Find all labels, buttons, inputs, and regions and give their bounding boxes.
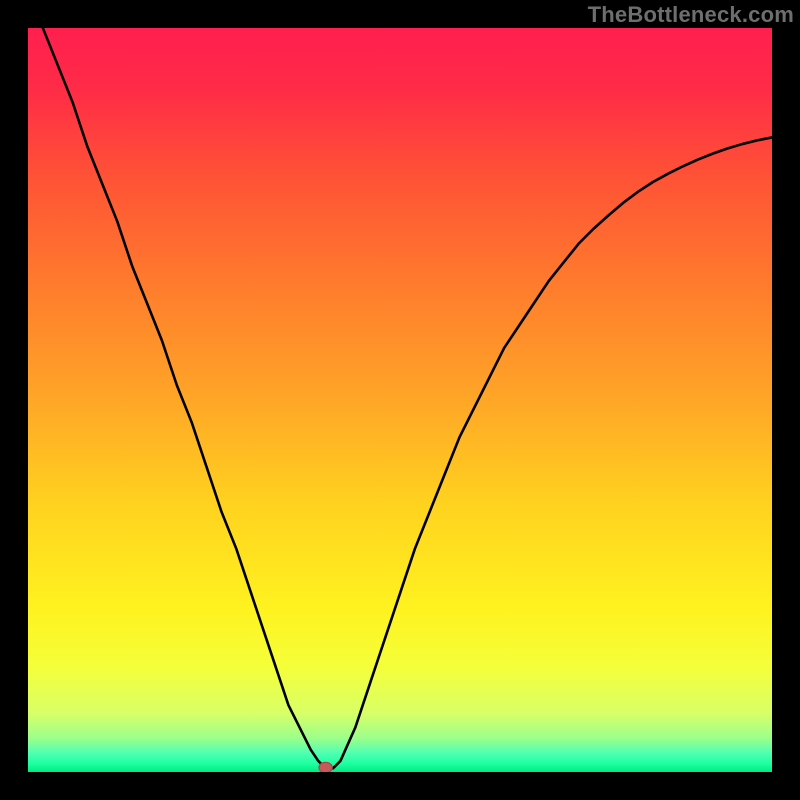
plot-svg (28, 28, 772, 772)
plot-area (28, 28, 772, 772)
chart-frame: TheBottleneck.com (0, 0, 800, 800)
watermark-text: TheBottleneck.com (588, 2, 794, 28)
minimum-marker (319, 762, 332, 772)
gradient-background (28, 28, 772, 772)
